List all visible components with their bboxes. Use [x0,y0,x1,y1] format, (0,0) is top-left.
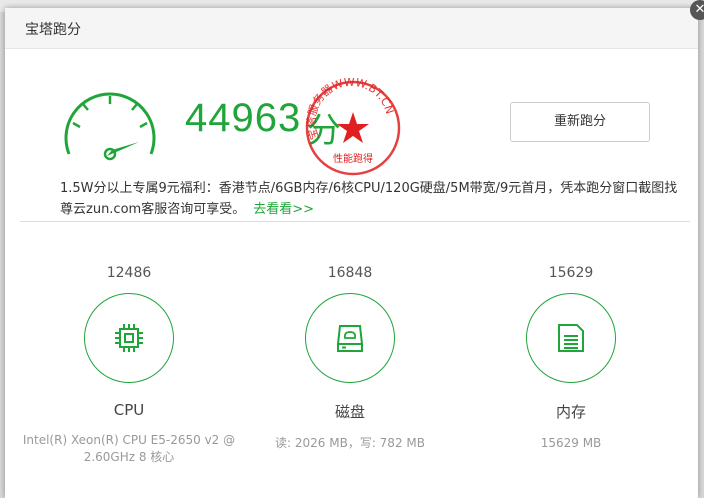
cpu-label: CPU [113,401,145,419]
memory-card-icon [558,324,584,352]
dialog-titlebar: 宝塔跑分 [5,8,698,49]
memory-icon-circle [526,293,616,383]
cpu-description: Intel(R) Xeon(R) CPU E5-2650 v2 @ 2.60GH… [22,433,236,464]
disk-description: 读: 2026 MB，写: 782 MB [275,436,425,450]
promo-text: 1.5W分以上专属9元福利：香港节点/6GB内存/6核CPU/120G硬盘/5M… [60,181,678,217]
benchmark-dialog: 宝塔跑分 44963 分 宝塔服务器WWW.BT.CN 性能跑得 重新跑分 1.… [5,8,698,498]
close-icon[interactable]: ✕ [690,0,704,20]
cpu-chip-icon [115,324,143,352]
watermark-seal-icon: 宝塔服务器WWW.BT.CN 性能跑得 [305,78,401,176]
metric-cpu: 12486 CPU Intel(R) Xeon(R) CPU E5-2650 v… [19,263,239,466]
speedometer-icon [64,92,156,161]
memory-label: 内存 [555,403,586,421]
cpu-score: 12486 [106,265,152,281]
cpu-icon-circle [84,293,174,383]
svg-text:性能跑得: 性能跑得 [333,152,373,165]
disk-icon-circle [305,293,395,383]
metric-disk: 16848 磁盘 读: 2026 MB，写: 782 MB [240,263,460,452]
promo-link[interactable]: 去看看>> [253,202,314,217]
disk-label: 磁盘 [334,403,365,421]
total-score: 44963 [185,96,302,140]
disk-drive-icon [336,325,364,352]
promo-notice: 1.5W分以上专属9元福利：香港节点/6GB内存/6核CPU/120G硬盘/5M… [60,178,690,220]
metric-memory: 15629 内存 15629 MB [461,263,681,452]
section-divider [20,221,690,222]
dialog-title: 宝塔跑分 [25,22,81,38]
rerun-benchmark-button[interactable]: 重新跑分 [510,102,650,142]
disk-score: 16848 [327,265,373,281]
memory-score: 15629 [548,265,594,281]
memory-description: 15629 MB [540,436,602,450]
